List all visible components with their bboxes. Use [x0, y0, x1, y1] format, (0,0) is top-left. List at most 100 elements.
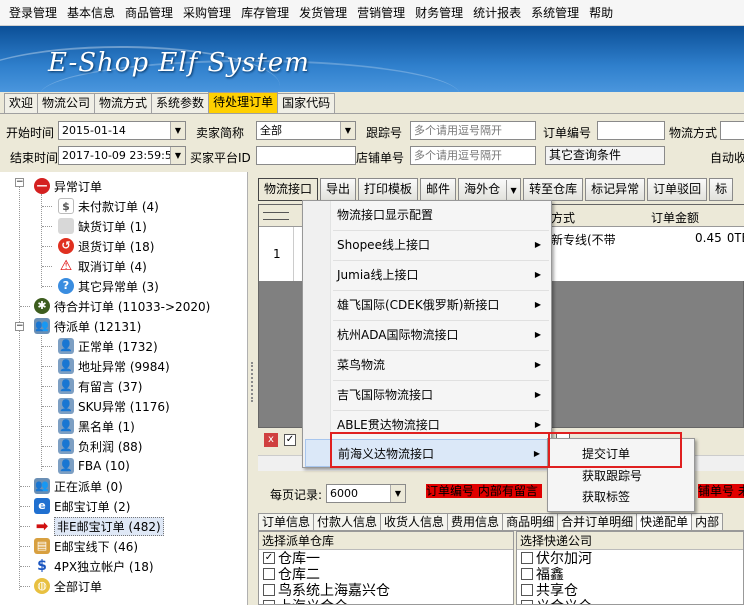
menu-item-cainiao[interactable]: 菜鸟物流 ▶ [305, 351, 549, 379]
chevron-down-icon[interactable]: ▼ [340, 122, 355, 139]
column-header-ship[interactable]: 方式 [551, 209, 575, 226]
menu-item-jumia[interactable]: Jumia线上接口 ▶ [305, 261, 549, 289]
courier-checkbox[interactable] [521, 552, 533, 564]
chevron-down-icon[interactable]: ▼ [390, 485, 405, 502]
menu-product[interactable]: 商品管理 [120, 0, 178, 26]
filter-checkbox[interactable]: ✓ [284, 434, 296, 446]
menu-reports[interactable]: 统计报表 [468, 0, 526, 26]
tree-item[interactable]: 缺货订单 (1) [58, 216, 147, 236]
get-label-item[interactable]: 获取标签 [550, 486, 692, 508]
tab-fee-info[interactable]: 费用信息 [447, 513, 504, 530]
print-template-button[interactable]: 打印模板 [358, 178, 419, 201]
menu-marketing[interactable]: 营销管理 [352, 0, 410, 26]
tab-courier-assign[interactable]: 快递配单 [636, 513, 693, 530]
grid-menu-icon[interactable] [263, 212, 289, 220]
collapse-icon[interactable]: − [15, 178, 24, 187]
warehouse-checkbox[interactable]: ✓ [263, 552, 275, 564]
tab-country-code[interactable]: 国家代码 [277, 93, 336, 113]
tree-item[interactable]: 👤 负利润 (88) [58, 436, 142, 456]
logistics-interface-button[interactable]: 物流接口 [258, 178, 319, 201]
warehouse-checkbox[interactable] [263, 568, 275, 580]
menu-system[interactable]: 系统管理 [526, 0, 584, 26]
mark-exception-button[interactable]: 标记异常 [585, 178, 646, 201]
mark-button[interactable]: 标 [709, 178, 734, 201]
tree-item[interactable]: $4PX独立帐户 (18) [34, 556, 153, 576]
export-button[interactable]: 导出 [320, 178, 357, 201]
menu-basic-info[interactable]: 基本信息 [62, 0, 120, 26]
tab-system-params[interactable]: 系统参数 [151, 93, 210, 113]
menu-finance[interactable]: 财务管理 [410, 0, 468, 26]
menu-inventory[interactable]: 库存管理 [236, 0, 294, 26]
tree-item[interactable]: ◍ 全部订单 [34, 576, 102, 596]
other-conditions-button[interactable]: 其它查询条件 [545, 146, 665, 165]
tree-item[interactable]: ? 其它异常单 (3) [58, 276, 159, 296]
tab-welcome[interactable]: 欢迎 [4, 93, 39, 113]
highlight-legend: 铺单号 未 [698, 484, 744, 498]
column-header-amount[interactable]: 订单金额 [651, 209, 699, 226]
menu-item-jifei[interactable]: 吉飞国际物流接口 ▶ [305, 381, 549, 409]
tab-logistics-company[interactable]: 物流公司 [37, 93, 96, 113]
user-icon: 👤 [58, 358, 74, 374]
start-time-field[interactable]: 2015-01-14 ▼ [58, 121, 186, 140]
tab-product-detail[interactable]: 商品明细 [502, 513, 559, 530]
tab-merge-detail[interactable]: 合并订单明细 [557, 513, 638, 530]
seller-select[interactable]: 全部 ▼ [256, 121, 356, 140]
tab-logistics-method[interactable]: 物流方式 [94, 93, 153, 113]
pane-splitter[interactable] [248, 172, 256, 605]
chevron-down-icon[interactable]: ▼ [170, 122, 185, 139]
chevron-down-icon[interactable]: ▼ [506, 180, 520, 201]
tree-item[interactable]: 👤 正常单 (1732) [58, 336, 158, 356]
tree-item[interactable]: ▤ E邮宝线下 (46) [34, 536, 138, 556]
overseas-warehouse-button[interactable]: 海外仓 ▼ [458, 178, 522, 201]
page-size-select[interactable]: 6000 ▼ [326, 484, 406, 503]
courier-checkbox[interactable] [521, 600, 533, 604]
shipping-method-select[interactable] [720, 121, 744, 140]
tree-item[interactable]: $ 未付款订单 (4) [58, 196, 159, 216]
menu-help[interactable]: 帮助 [584, 0, 618, 26]
menu-item-shopee[interactable]: Shopee线上接口 ▶ [305, 231, 549, 259]
warehouse-checkbox[interactable] [263, 584, 275, 596]
tree-item[interactable]: 👤 地址异常 (9984) [58, 356, 170, 376]
menu-shipping[interactable]: 发货管理 [294, 0, 352, 26]
tree-item[interactable]: ⚠ 取消订单 (4) [58, 256, 147, 276]
tab-payer-info[interactable]: 付款人信息 [313, 513, 382, 530]
menu-item-display-config[interactable]: 物流接口显示配置 [305, 201, 549, 229]
tree-item[interactable]: 👤 有留言 (37) [58, 376, 142, 396]
get-tracking-number-item[interactable]: 获取跟踪号 [550, 465, 692, 487]
tab-internal[interactable]: 内部 [691, 513, 724, 530]
courier-checkbox[interactable] [521, 584, 533, 596]
reject-order-button[interactable]: 订单驳回 [647, 178, 708, 201]
menu-login[interactable]: 登录管理 [4, 0, 62, 26]
end-time-field[interactable]: 2017-10-09 23:59:5 ▼ [58, 146, 186, 165]
tree-item[interactable]: 👥 待派单 (12131) [34, 316, 141, 336]
tree-item[interactable]: ➡ 非E邮宝订单 (482) [34, 516, 164, 536]
list-item[interactable]: 义合义仓 [517, 598, 743, 604]
tree-item[interactable]: ✱ 待合并订单 (11033->2020) [34, 296, 210, 316]
tree-item[interactable]: — 异常订单 [34, 176, 102, 196]
email-button[interactable]: 邮件 [420, 178, 457, 201]
tree-item[interactable]: ↺ 退货订单 (18) [58, 236, 154, 256]
shop-order-input[interactable]: 多个请用逗号隔开 [410, 146, 536, 165]
menu-item-hangzhou-ada[interactable]: 杭州ADA国际物流接口 ▶ [305, 321, 549, 349]
tracking-input[interactable]: 多个请用逗号隔开 [410, 121, 536, 140]
tree-item[interactable]: 👤 FBA (10) [58, 456, 130, 476]
menu-item-xiongfei[interactable]: 雄飞国际(CDEK俄罗斯)新接口 ▶ [305, 291, 549, 319]
order-no-input[interactable] [597, 121, 665, 140]
transfer-warehouse-button[interactable]: 转至仓库 [523, 178, 584, 201]
buyer-id-input[interactable] [256, 146, 356, 165]
tab-pending-orders[interactable]: 待处理订单 [208, 92, 279, 113]
tab-receiver-info[interactable]: 收货人信息 [380, 513, 449, 530]
tree-item[interactable]: 👥 正在派单 (0) [34, 476, 123, 496]
chevron-down-icon[interactable]: ▼ [170, 147, 185, 164]
collapse-icon[interactable]: − [15, 322, 24, 331]
user-icon: 👤 [58, 338, 74, 354]
tree-item[interactable]: 👤 黑名单 (1) [58, 416, 135, 436]
tree-item[interactable]: e E邮宝订单 (2) [34, 496, 130, 516]
menu-purchase[interactable]: 采购管理 [178, 0, 236, 26]
warehouse-checkbox[interactable] [263, 600, 275, 604]
user-icon: 👤 [58, 378, 74, 394]
tree-item[interactable]: 👤 SKU异常 (1176) [58, 396, 170, 416]
courier-checkbox[interactable] [521, 568, 533, 580]
tab-order-info[interactable]: 订单信息 [258, 513, 315, 530]
close-icon[interactable]: x [264, 433, 278, 447]
